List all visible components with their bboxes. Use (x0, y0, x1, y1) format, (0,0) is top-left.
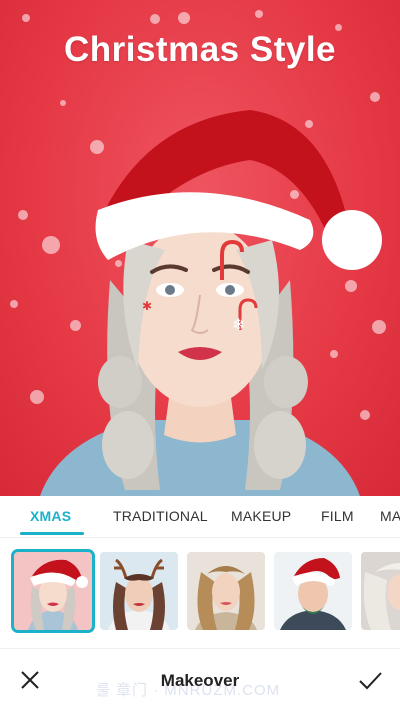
checkmark-icon[interactable] (356, 666, 384, 694)
thumbnail-image (187, 552, 265, 630)
snow-particle (255, 10, 263, 18)
snow-particle (150, 14, 160, 24)
tab-makeup[interactable]: MAKEUP (231, 508, 291, 524)
thumbnail-image (361, 552, 400, 630)
category-tabs: XMAS TRADITIONAL MAKEUP FILM MA (0, 496, 400, 538)
tab-more[interactable]: MA (380, 508, 400, 524)
snow-particle (22, 14, 30, 22)
bottom-action-bar: Makeover 룰 章门 · MNRUZM.COM (0, 648, 400, 710)
tab-xmas[interactable]: XMAS (30, 508, 71, 524)
bottom-bar-title: Makeover (160, 671, 240, 690)
hero-title: Christmas Style (63, 30, 337, 69)
thumbnail-reindeer[interactable] (100, 552, 178, 630)
thumbnail-image (100, 552, 178, 630)
thumbnail-santa-beard[interactable] (274, 552, 352, 630)
snow-particle (178, 12, 190, 24)
thumbnail-image (274, 552, 352, 630)
thumbnail-image (14, 552, 92, 630)
tab-film[interactable]: FILM (321, 508, 354, 524)
thumbnail-natural-makeup[interactable] (187, 552, 265, 630)
preview-area: Christmas Style ❄ ✱ (0, 0, 400, 496)
tab-traditional[interactable]: TRADITIONAL (113, 508, 208, 524)
thumbnail-platinum-hair[interactable] (361, 552, 400, 630)
svg-text:❄: ❄ (232, 315, 245, 334)
active-tab-indicator (20, 532, 84, 535)
thumbnail-santa-hat[interactable] (11, 549, 95, 633)
portrait-image: ❄ ✱ (40, 110, 382, 496)
style-thumbnail-strip (0, 546, 400, 638)
svg-text:✱: ✱ (142, 299, 152, 313)
